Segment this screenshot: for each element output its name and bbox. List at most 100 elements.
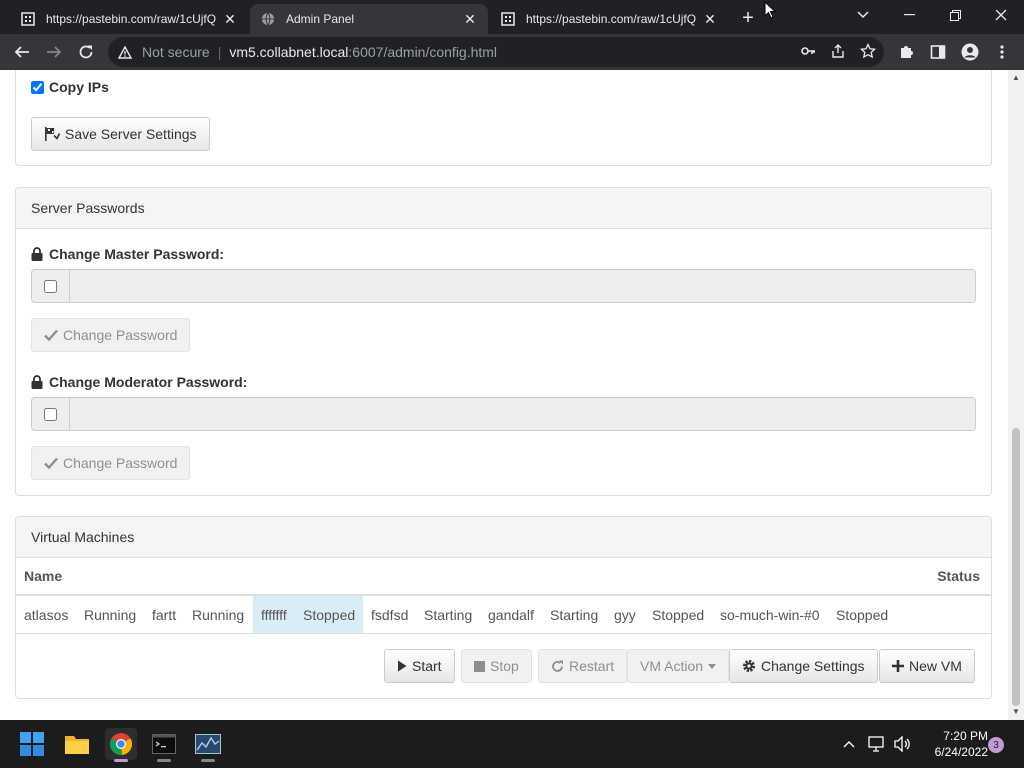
tab-title: https://pastebin.com/raw/1cUjfQ [46,12,216,26]
minimize-icon[interactable] [886,0,932,30]
vm-cell[interactable]: fsdfsd [363,596,416,633]
close-tab-icon[interactable]: ✕ [462,11,478,27]
security-status-label[interactable]: Not secure [142,44,210,60]
play-icon [397,660,407,672]
caret-down-icon [708,663,717,669]
lock-icon [31,375,43,389]
moderator-password-enable-checkbox[interactable] [44,407,57,421]
change-settings-button[interactable]: Change Settings [729,649,878,683]
restart-vm-button[interactable]: Restart [538,649,628,683]
vm-cell[interactable]: fartt [144,596,184,633]
stop-square-icon [474,660,485,672]
plus-icon [892,660,904,672]
volume-icon[interactable] [888,728,918,760]
profile-avatar-icon[interactable] [956,38,984,66]
url-host: vm5.collabnet.local [229,44,349,60]
forward-arrow-icon[interactable] [40,38,68,66]
vm-table-row[interactable]: atlasos Running fartt Running fffffff St… [16,596,991,634]
moderator-password-label-text: Change Moderator Password: [49,374,248,390]
vm-cell[interactable]: gandalf [480,596,542,633]
start-vm-button[interactable]: Start [384,649,455,683]
scroll-up-arrow-icon[interactable]: ▲ [1012,74,1020,82]
moderator-password-field[interactable] [69,397,976,431]
monitor-app-icon[interactable] [192,728,224,762]
file-explorer-icon[interactable] [61,728,93,760]
tab-title: Admin Panel [286,12,355,26]
vm-cell[interactable]: Stopped [644,596,712,633]
bookmark-star-icon[interactable] [859,42,877,62]
system-clock[interactable]: 7:20 PM 6/24/2022 [918,728,988,760]
virtual-machines-heading: Virtual Machines [16,517,991,558]
vm-cell[interactable]: Running [76,596,144,633]
vm-cell[interactable]: so-much-win-#0 [712,596,828,633]
url-path: :6007/admin/config.html [348,44,498,60]
vm-cell[interactable]: atlasos [16,596,76,633]
copy-ips-checkbox[interactable] [31,80,44,94]
scroll-down-arrow-icon[interactable]: ▼ [1012,708,1020,716]
tab-pastebin-2[interactable]: https://pastebin.com/raw/1cUjfQ ✕ [490,4,728,34]
page-viewport: Copy IPs Save Server Settings Server Pas… [0,70,1008,720]
save-server-settings-label: Save Server Settings [65,126,197,142]
scrollbar-thumb[interactable] [1012,428,1020,706]
new-vm-button[interactable]: New VM [879,649,975,683]
gear-icon [742,659,756,673]
master-password-label: Change Master Password: [31,246,224,262]
change-password-label: Change Password [63,327,178,343]
back-arrow-icon[interactable] [8,38,36,66]
active-app-indicator [114,759,128,762]
save-server-settings-button[interactable]: Save Server Settings [31,117,210,151]
tab-pastebin-1[interactable]: https://pastebin.com/raw/1cUjfQ ✕ [10,4,248,34]
master-password-field[interactable] [69,269,976,303]
key-icon[interactable] [800,43,816,62]
master-password-label-text: Change Master Password: [49,246,225,262]
tab-title: https://pastebin.com/raw/1cUjfQ [526,12,696,26]
chevron-up-icon[interactable] [834,728,864,760]
tab-admin-panel[interactable]: Admin Panel ✕ [250,4,488,34]
close-tab-icon[interactable]: ✕ [702,11,718,27]
windows-start-icon[interactable] [16,728,48,760]
running-app-indicator [157,759,171,762]
clock-time: 7:20 PM [943,729,988,743]
restore-window-icon[interactable] [932,0,978,30]
reload-icon[interactable] [72,38,100,66]
warning-triangle-icon[interactable] [118,45,136,59]
vm-action-dropdown[interactable]: VM Action [627,649,730,683]
vm-cell[interactable]: Starting [542,596,606,633]
change-master-password-button[interactable]: Change Password [31,318,191,352]
vm-action-label: VM Action [640,658,704,674]
vm-cell[interactable]: Running [184,596,253,633]
windows-taskbar: 7:20 PM 6/24/2022 3 [0,720,1024,768]
master-password-input-group [31,269,976,303]
change-moderator-password-button[interactable]: Change Password [31,446,191,480]
vm-cell[interactable]: Stopped [828,596,898,633]
close-window-icon[interactable] [978,0,1024,30]
globe-icon [260,11,276,27]
restart-label: Restart [569,658,615,674]
vm-cell-selected[interactable]: Stopped [295,596,363,633]
close-tab-icon[interactable]: ✕ [222,11,238,27]
kebab-menu-icon[interactable] [988,38,1016,66]
running-app-indicator [201,759,215,762]
extensions-puzzle-icon[interactable] [892,38,920,66]
master-password-enable [31,269,69,303]
name-column-header: Name [24,568,63,584]
stop-vm-button[interactable]: Stop [461,649,532,683]
vm-cell-selected[interactable]: fffffff [253,596,295,633]
share-icon[interactable] [830,43,846,62]
page-scrollbar[interactable]: ▲ ▼ [1008,70,1024,720]
vm-cell[interactable]: Starting [416,596,480,633]
side-panel-icon[interactable] [924,38,952,66]
stop-label: Stop [490,658,519,674]
vm-cell[interactable]: gyy [606,596,644,633]
start-label: Start [412,658,442,674]
notification-badge[interactable]: 3 [988,737,1004,753]
pastebin-favicon-icon [20,11,36,27]
address-bar[interactable]: Not secure | vm5.collabnet.local:6007/ad… [108,37,884,67]
lock-icon [31,247,43,261]
copy-ips-option[interactable]: Copy IPs [31,79,109,95]
tab-search-chevron-icon[interactable] [840,0,886,30]
master-password-enable-checkbox[interactable] [44,279,57,293]
new-tab-button[interactable]: + [736,6,760,30]
terminal-icon[interactable] [148,728,180,762]
chrome-icon[interactable] [105,728,137,762]
